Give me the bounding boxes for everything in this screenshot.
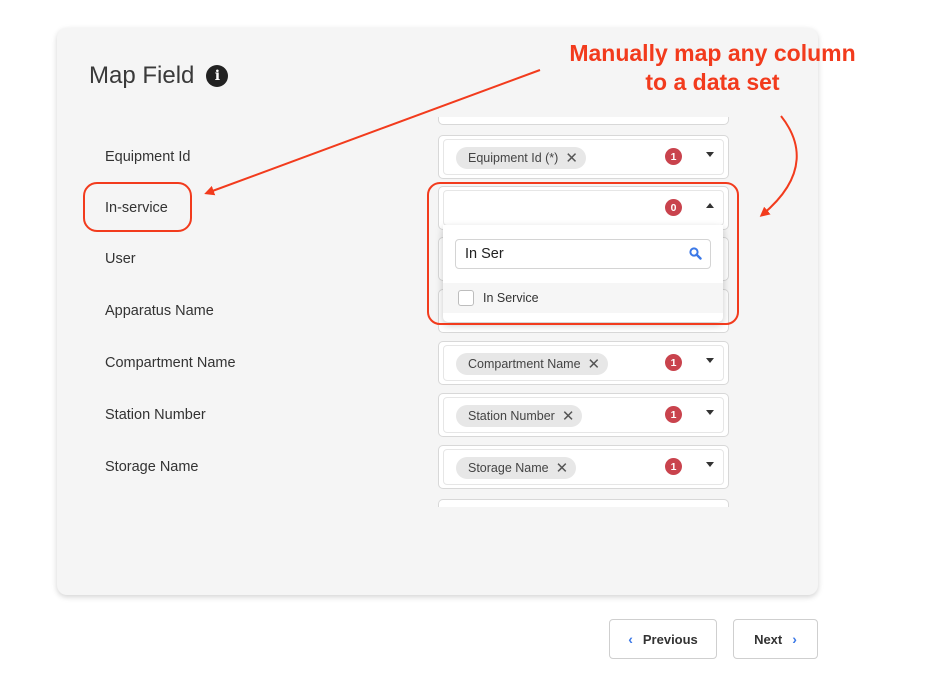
option-label: In Service [483,291,539,305]
selected-chip: Storage Name ✕ [456,457,577,479]
select-station-number[interactable]: Station Number ✕ 1 [438,393,729,437]
chip-label: Equipment Id (*) [468,151,559,165]
info-icon[interactable]: i [206,65,229,87]
chevron-down-icon[interactable] [706,462,714,467]
remove-icon[interactable]: ✕ [565,151,578,166]
annotation-text: Manually map any column to a data set [540,39,885,97]
chevron-down-icon[interactable] [706,358,714,363]
chevron-up-icon[interactable] [706,203,714,208]
field-label-equipment-id: Equipment Id [105,149,191,165]
dropdown-search-input[interactable] [455,239,711,269]
count-badge: 0 [665,199,682,216]
select-storage-name[interactable]: Storage Name ✕ 1 [438,445,729,489]
field-label-station-number: Station Number [105,407,206,423]
field-label-apparatus-name: Apparatus Name [105,303,214,319]
search-icon[interactable] [689,247,702,265]
page: Map Field i Equipment Id In-service User… [0,0,930,679]
selected-chip: Equipment Id (*) ✕ [456,147,586,169]
field-label-in-service: In-service [105,200,168,216]
chip-label: Compartment Name [468,357,581,371]
chevron-down-icon[interactable] [706,152,714,157]
count-badge: 1 [665,148,682,165]
select-equipment-id[interactable]: Equipment Id (*) ✕ 1 [438,135,729,179]
page-title: Map Field [89,62,195,89]
option-checkbox[interactable] [458,290,474,306]
dropdown-option[interactable]: In Service [443,283,723,313]
previous-label: Previous [642,631,698,647]
selected-chip: Compartment Name ✕ [456,353,609,375]
chevron-down-icon[interactable] [706,410,714,415]
next-label: Next [754,631,783,647]
field-label-user: User [105,251,136,267]
selected-chip: Station Number ✕ [456,405,583,427]
chevron-right-icon: › [792,631,797,647]
chip-label: Storage Name [468,461,549,475]
card-header: Map Field i [89,62,229,90]
annotation-line-1: Manually map any column [569,40,856,66]
select-partial-bottom[interactable] [438,499,729,507]
chevron-left-icon: ‹ [628,631,633,647]
map-field-card: Map Field i Equipment Id In-service User… [57,28,818,595]
chip-label: Station Number [468,409,555,423]
field-label-compartment-name: Compartment Name [105,355,236,371]
remove-icon[interactable]: ✕ [588,357,601,372]
remove-icon[interactable]: ✕ [562,409,575,424]
annotation-line-2: to a data set [645,69,780,95]
count-badge: 1 [665,406,682,423]
in-service-dropdown: In Service [443,225,723,322]
select-in-service[interactable]: 0 [438,186,729,230]
field-label-storage-name: Storage Name [105,459,199,475]
select-compartment-name[interactable]: Compartment Name ✕ 1 [438,341,729,385]
next-button[interactable]: Next › [733,619,818,659]
remove-icon[interactable]: ✕ [556,461,569,476]
previous-button[interactable]: ‹ Previous [609,619,717,659]
count-badge: 1 [665,354,682,371]
select-partial-top[interactable] [438,117,729,125]
count-badge: 1 [665,458,682,475]
